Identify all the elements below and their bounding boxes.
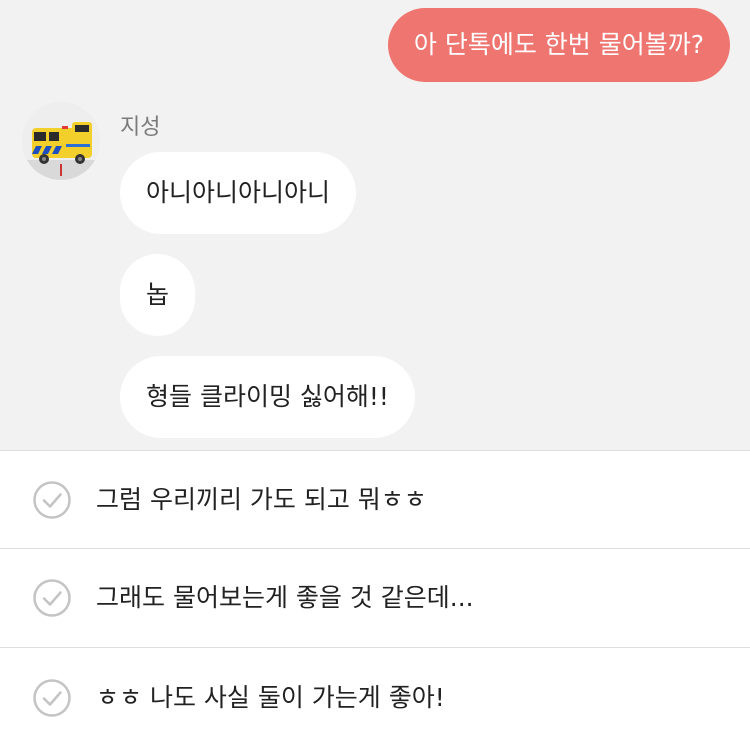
sent-message-bubble: 아 단톡에도 한번 물어볼까? (387, 8, 730, 82)
received-message-bubble: 아니아니아니아니 (120, 152, 357, 234)
reply-option-label: 그럼 우리끼리 가도 되고 뭐ㅎㅎ (96, 485, 427, 514)
sender-name: 지성 (120, 115, 161, 140)
reply-option[interactable]: 그래도 물어보는게 좋을 것 같은데... (0, 548, 750, 647)
reply-option[interactable]: ㅎㅎ 나도 사실 둘이 가는게 좋아! (0, 647, 750, 734)
received-message-bubble: 놉 (120, 254, 196, 336)
check-circle-icon (33, 579, 71, 617)
reply-options-list: 그럼 우리끼리 가도 되고 뭐ㅎㅎ 그래도 물어보는게 좋을 것 같은데... … (0, 450, 750, 734)
ambulance-toy-icon (22, 102, 100, 180)
reply-option-label: ㅎㅎ 나도 사실 둘이 가는게 좋아! (96, 683, 445, 712)
check-circle-icon (33, 481, 71, 519)
received-message-bubble: 형들 클라이밍 싫어해!! (120, 356, 415, 438)
check-circle-icon (33, 679, 71, 717)
avatar[interactable] (22, 102, 100, 180)
reply-option[interactable]: 그럼 우리끼리 가도 되고 뭐ㅎㅎ (0, 450, 750, 548)
chat-area: 아 단톡에도 한번 물어볼까? 지성 아니아니아니아니 놉 형들 클라이밍 싫어… (0, 0, 750, 450)
reply-option-label: 그래도 물어보는게 좋을 것 같은데... (96, 583, 474, 612)
